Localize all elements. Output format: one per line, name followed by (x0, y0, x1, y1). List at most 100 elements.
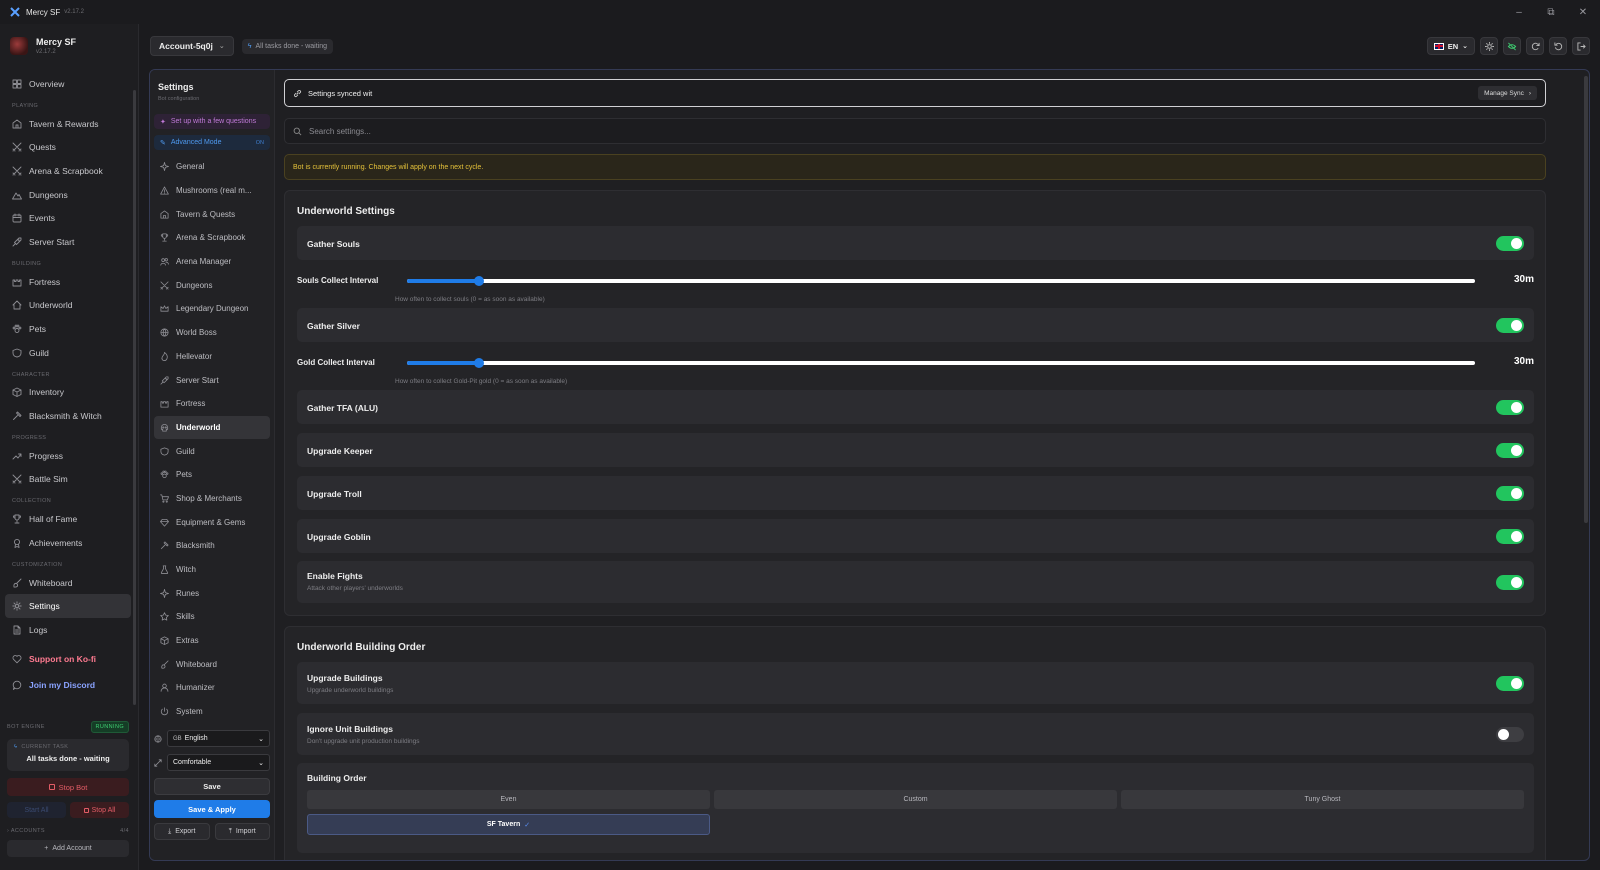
account-selector[interactable]: Account-5q0j ⌄ (150, 36, 234, 56)
sidebar-item-achievements[interactable]: Achievements (5, 531, 131, 555)
upgrade-keeper-toggle[interactable] (1496, 443, 1524, 458)
settings-category-dungeons[interactable]: Dungeons (154, 273, 270, 297)
enable-fights-toggle[interactable] (1496, 575, 1524, 590)
settings-category-hellevator[interactable]: Hellevator (154, 345, 270, 369)
settings-category-pets[interactable]: Pets (154, 463, 270, 487)
sidebar-item-hall-of-fame[interactable]: Hall of Fame (5, 507, 131, 531)
sidebar-item-underworld[interactable]: Underworld (5, 294, 131, 318)
sidebar-item-arena-scrapbook[interactable]: Arena & Scrapbook (5, 159, 131, 183)
start-all-button[interactable]: Start All (7, 802, 66, 818)
sidebar-item-events[interactable]: Events (5, 206, 131, 230)
enable-fights-desc: Attack other players' underworlds (307, 585, 403, 592)
join-discord-link[interactable]: Join my Discord (5, 672, 131, 698)
nav-section-label: CUSTOMIZATION (12, 561, 63, 568)
order-option-custom[interactable]: Custom (714, 790, 1117, 809)
sidebar-item-label: Tavern & Rewards (29, 118, 99, 129)
sidebar-item-dungeons[interactable]: Dungeons (5, 183, 131, 207)
upgrade-goblin-toggle[interactable] (1496, 529, 1524, 544)
language-button[interactable]: EN ⌄ (1426, 37, 1475, 55)
theme-toggle-button[interactable] (1480, 37, 1498, 55)
density-select[interactable]: Comfortable ⌄ (167, 754, 270, 771)
order-option-even[interactable]: Even (307, 790, 710, 809)
sidebar-item-battle-sim[interactable]: Battle Sim (5, 468, 131, 492)
sidebar-item-server-start[interactable]: Server Start (5, 230, 131, 254)
sidebar-item-label: Hall of Fame (29, 514, 78, 525)
gold-interval-thumb[interactable] (473, 358, 484, 368)
sidebar-item-logs[interactable]: Logs (5, 618, 131, 642)
sidebar-item-label: Achievements (29, 537, 83, 548)
settings-category-server-start[interactable]: Server Start (154, 368, 270, 392)
settings-category-tavern-quests[interactable]: Tavern & Quests (154, 202, 270, 226)
sidebar-item-progress[interactable]: Progress (5, 444, 131, 468)
visibility-toggle-button[interactable] (1503, 37, 1521, 55)
settings-category-witch[interactable]: Witch (154, 558, 270, 582)
accounts-header[interactable]: › ACCOUNTS 4/4 (7, 828, 129, 834)
sidebar-item-blacksmith-witch[interactable]: Blacksmith & Witch (5, 404, 131, 428)
settings-category-general[interactable]: General (154, 155, 270, 179)
sync-button[interactable] (1526, 37, 1544, 55)
sidebar-item-fortress[interactable]: Fortress (5, 270, 131, 294)
settings-category-equipment-gems[interactable]: Equipment & Gems (154, 510, 270, 534)
settings-search[interactable]: Search settings... (284, 118, 1546, 144)
minimize-button[interactable]: – (1512, 7, 1526, 18)
settings-category-guild[interactable]: Guild (154, 439, 270, 463)
import-button[interactable]: ⤒ Import (214, 823, 270, 840)
settings-category-fortress[interactable]: Fortress (154, 392, 270, 416)
settings-category-skills[interactable]: Skills (154, 605, 270, 629)
setup-wizard-button[interactable]: ✦ Set up with a few questions (154, 114, 270, 129)
order-option-tuny-ghost[interactable]: Tuny Ghost (1121, 790, 1524, 809)
reload-button[interactable] (1549, 37, 1567, 55)
sidebar-item-whiteboard[interactable]: Whiteboard (5, 571, 131, 595)
settings-category-whiteboard[interactable]: Whiteboard (154, 652, 270, 676)
settings-category-underworld[interactable]: Underworld (154, 415, 270, 440)
gather-silver-toggle[interactable] (1496, 318, 1524, 333)
stop-all-button[interactable]: Stop All (70, 802, 129, 818)
sidebar-item-guild[interactable]: Guild (5, 341, 131, 365)
sidebar-item-pets[interactable]: Pets (5, 317, 131, 341)
save-apply-button[interactable]: Save & Apply (154, 800, 270, 818)
settings-category-blacksmith[interactable]: Blacksmith (154, 534, 270, 558)
settings-category-arena-scrapbook[interactable]: Arena & Scrapbook (154, 226, 270, 250)
settings-category-system[interactable]: System (154, 700, 270, 724)
settings-category-humanizer[interactable]: Humanizer (154, 676, 270, 700)
restore-button[interactable]: ⧉ (1544, 7, 1558, 18)
underworld-settings-title: Underworld Settings (297, 206, 395, 217)
swords-icon (12, 475, 22, 484)
ignore-unit-buildings-toggle[interactable] (1496, 727, 1524, 742)
export-button[interactable]: ⤓ Export (154, 823, 210, 840)
gold-interval-slider[interactable] (407, 358, 1475, 368)
manage-sync-button[interactable]: Manage Sync › (1478, 86, 1537, 100)
sidebar-item-tavern-rewards[interactable]: Tavern & Rewards (5, 112, 131, 136)
sidebar-scrollbar[interactable] (133, 90, 136, 705)
settings-category-shop-merchants[interactable]: Shop & Merchants (154, 487, 270, 511)
sidebar-item-overview[interactable]: Overview (5, 72, 131, 96)
save-button[interactable]: Save (154, 778, 270, 795)
settings-category-arena-manager[interactable]: Arena Manager (154, 250, 270, 274)
upgrade-troll-toggle[interactable] (1496, 486, 1524, 501)
souls-interval-thumb[interactable] (473, 276, 484, 286)
sidebar-item-label: Quests (29, 142, 56, 153)
logout-button[interactable] (1572, 37, 1590, 55)
upgrade-buildings-toggle[interactable] (1496, 676, 1524, 691)
souls-interval-slider[interactable] (407, 276, 1475, 286)
stop-bot-button[interactable]: Stop Bot (7, 778, 129, 796)
advanced-mode-toggle[interactable]: ✎ Advanced Mode ON (154, 135, 270, 150)
gather-souls-toggle[interactable] (1496, 236, 1524, 251)
search-input[interactable]: Search settings... (309, 127, 371, 136)
settings-category-runes[interactable]: Runes (154, 581, 270, 605)
sidebar-item-quests[interactable]: Quests (5, 135, 131, 159)
sidebar-item-inventory[interactable]: Inventory (5, 381, 131, 405)
settings-category-world-boss[interactable]: World Boss (154, 321, 270, 345)
add-account-button[interactable]: + Add Account (7, 840, 129, 857)
selected-building[interactable]: SF Tavern ✓ (307, 814, 710, 835)
support-kofi-link[interactable]: Support on Ko-fi (5, 646, 131, 672)
close-button[interactable]: ✕ (1576, 7, 1590, 18)
settings-category-label: Legendary Dungeon (176, 304, 249, 314)
settings-category-legendary-dungeon[interactable]: Legendary Dungeon (154, 297, 270, 321)
sidebar-item-settings[interactable]: Settings (5, 594, 131, 619)
content-scrollbar[interactable] (1584, 76, 1588, 523)
settings-category-extras[interactable]: Extras (154, 629, 270, 653)
language-select[interactable]: GB English ⌄ (167, 730, 270, 747)
gather-tfa-toggle[interactable] (1496, 400, 1524, 415)
settings-category-mushrooms-real-m[interactable]: Mushrooms (real m... (154, 179, 270, 203)
